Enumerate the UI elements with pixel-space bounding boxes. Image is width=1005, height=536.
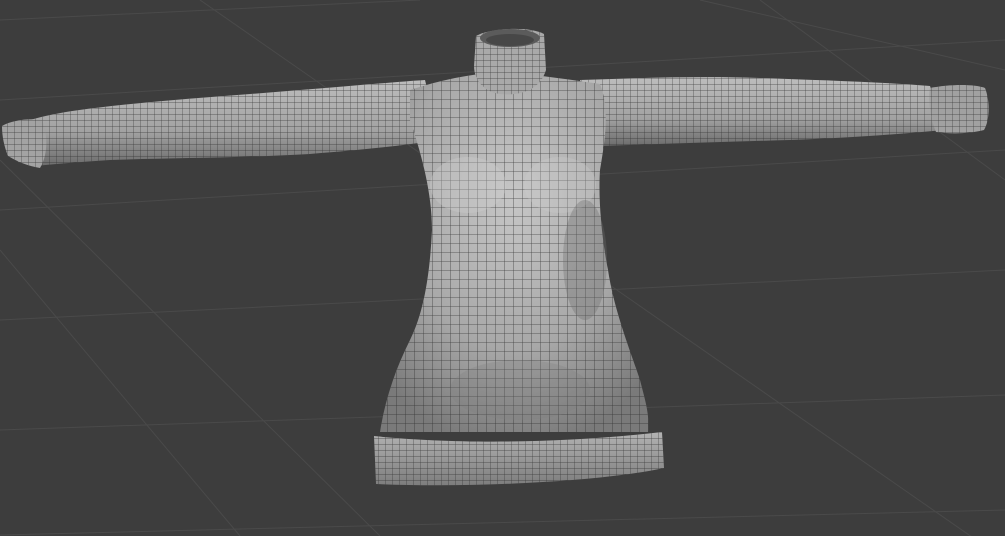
grid-line — [0, 159, 381, 536]
right-sleeve-wireframe — [580, 77, 945, 146]
chest-left-highlight — [430, 157, 506, 213]
viewport-canvas[interactable] — [0, 0, 1005, 536]
collar-inner — [486, 34, 534, 46]
side-shadow — [563, 200, 607, 320]
left-cuff-wireframe — [2, 119, 47, 168]
lower-shadow — [450, 360, 590, 420]
sweater-mesh-object[interactable] — [2, 28, 989, 486]
grid-line — [0, 249, 241, 536]
left-sleeve-wireframe — [8, 80, 440, 166]
grid-line — [0, 0, 421, 21]
3d-viewport[interactable] — [0, 0, 1005, 536]
right-cuff-wireframe — [929, 85, 989, 134]
grid-line — [0, 509, 1005, 536]
hem-band-wireframe — [374, 432, 664, 486]
grid-line — [699, 0, 1005, 71]
